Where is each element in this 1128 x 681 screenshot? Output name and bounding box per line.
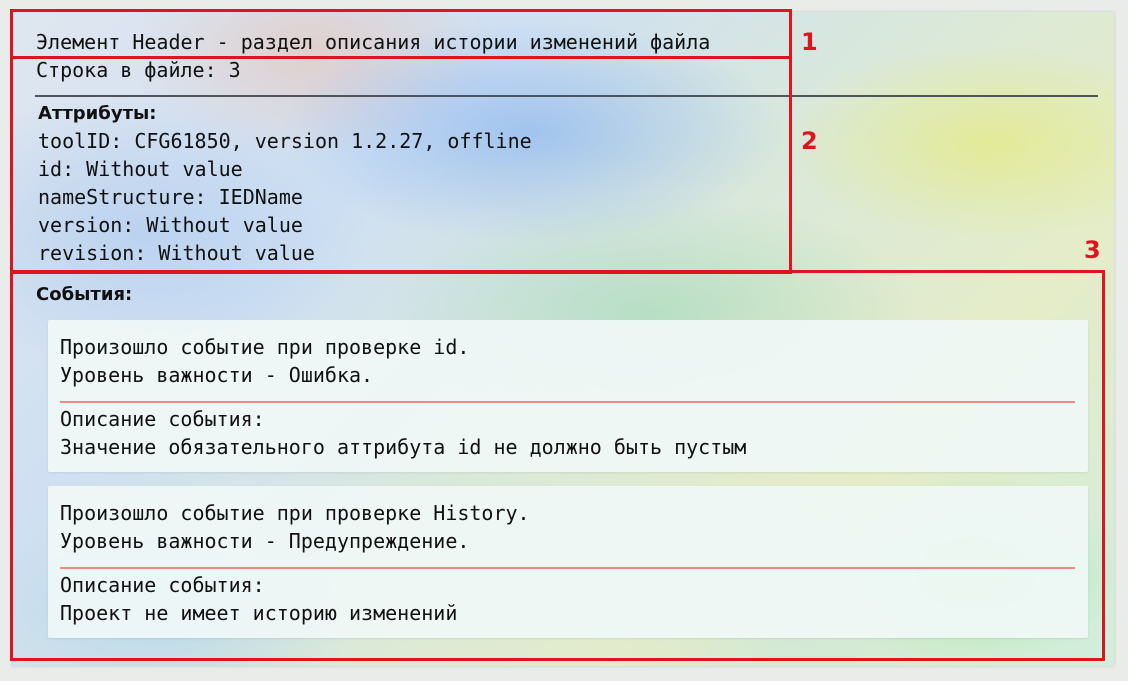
- event-severity-text: Уровень важности - Ошибка.: [60, 363, 374, 387]
- event-check-text: Произошло событие при проверке id.: [60, 335, 470, 359]
- header-divider: [35, 95, 1098, 97]
- event-separator: [60, 567, 1075, 569]
- event-card: Произошло событие при проверке id. Урове…: [48, 320, 1088, 472]
- annotation-number-1: 1: [801, 28, 818, 56]
- annotation-number-3: 3: [1084, 236, 1101, 264]
- event-severity-text: Уровень важности - Предупреждение.: [60, 529, 470, 553]
- attributes-heading: Аттрибуты:: [38, 103, 157, 124]
- annotation-number-2: 2: [801, 127, 818, 155]
- attribute-tool-id: toolID: CFG61850, version 1.2.27, offlin…: [38, 129, 532, 153]
- file-line-info: Строка в файле: 3: [36, 58, 241, 82]
- event-description-text: Значение обязательного аттрибута id не д…: [60, 435, 747, 459]
- attribute-id: id: Without value: [38, 157, 243, 181]
- events-heading: События:: [36, 284, 133, 305]
- event-check-text: Произошло событие при проверке History.: [60, 501, 530, 525]
- event-separator: [60, 401, 1075, 403]
- event-description-label: Описание события:: [60, 407, 265, 431]
- attribute-version: version: Without value: [38, 213, 303, 237]
- attribute-name-structure: nameStructure: IEDName: [38, 185, 303, 209]
- attribute-revision: revision: Without value: [38, 241, 315, 265]
- header-title: Элемент Header - раздел описания истории…: [36, 30, 711, 54]
- event-description-text: Проект не имеет историю изменений: [60, 601, 458, 625]
- event-description-label: Описание события:: [60, 573, 265, 597]
- screenshot-stage: Элемент Header - раздел описания истории…: [0, 0, 1128, 681]
- event-card: Произошло событие при проверке History. …: [48, 486, 1088, 638]
